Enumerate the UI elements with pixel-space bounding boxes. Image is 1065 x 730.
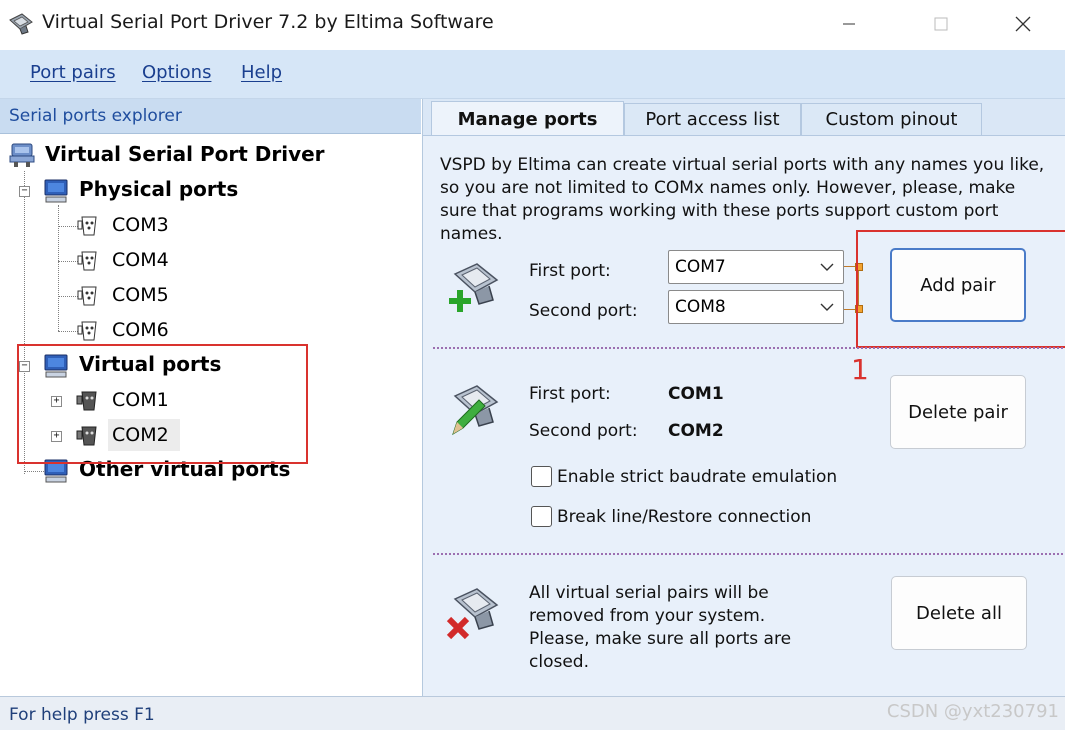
status-text: For help press F1 — [9, 705, 155, 725]
add-first-port-select[interactable]: COM7 — [668, 250, 844, 284]
tree-line — [58, 296, 78, 297]
serial-ports-explorer: Serial ports explorer Virtual Serial Por… — [0, 99, 423, 696]
delete-all-description: All virtual serial pairs will be removed… — [529, 583, 792, 672]
maximize-icon — [934, 17, 948, 31]
menu-options[interactable]: Options — [142, 62, 211, 83]
annotation-box-virtual — [17, 344, 308, 464]
add-first-port-value: COM7 — [675, 257, 726, 277]
chevron-down-icon — [820, 263, 834, 271]
strict-baudrate-label: Enable strict baudrate emulation — [557, 467, 838, 487]
strict-baudrate-checkbox[interactable] — [531, 466, 552, 487]
tab-manage-ports[interactable]: Manage ports — [431, 101, 624, 136]
annotation-number: 1 — [851, 353, 869, 386]
delete-pair-button[interactable]: Delete pair — [890, 375, 1026, 449]
add-second-port-value: COM8 — [675, 297, 726, 317]
delete-first-port-value: COM1 — [668, 384, 724, 404]
explorer-header-label: Serial ports explorer — [9, 106, 182, 126]
tree-line — [58, 331, 78, 332]
add-second-port-label: Second port: — [529, 301, 638, 321]
section-separator — [433, 553, 1063, 555]
close-button[interactable] — [1000, 8, 1046, 40]
minimize-button[interactable] — [826, 8, 872, 40]
minimize-icon — [843, 23, 855, 25]
edit-pair-icon — [452, 385, 499, 436]
tree-physical-port[interactable]: COM6 — [112, 319, 169, 341]
watermark: CSDN @yxt230791 — [886, 701, 1059, 722]
tree-line — [58, 226, 78, 227]
chevron-down-icon — [820, 303, 834, 311]
window-title: Virtual Serial Port Driver 7.2 by Eltima… — [42, 11, 494, 33]
app-serial-port-icon — [9, 13, 33, 35]
menu-help[interactable]: Help — [241, 62, 282, 83]
tree-physical-port[interactable]: COM5 — [112, 284, 169, 306]
delete-second-port-label: Second port: — [529, 421, 638, 441]
explorer-header: Serial ports explorer — [0, 99, 421, 134]
tree-line — [58, 205, 59, 331]
status-bar: For help press F1 CSDN @yxt230791 — [0, 696, 1065, 730]
right-panel: Manage ports Port access list Custom pin… — [423, 99, 1065, 697]
annotation-box-add-pair — [856, 230, 1065, 348]
title-bar: Virtual Serial Port Driver 7.2 by Eltima… — [0, 0, 1065, 50]
tab-port-access-list[interactable]: Port access list — [624, 103, 801, 135]
add-pair-icon — [449, 263, 499, 312]
com-port-icon — [77, 286, 97, 306]
add-first-port-label: First port: — [529, 261, 611, 281]
delete-second-port-value: COM2 — [668, 421, 724, 441]
break-line-label: Break line/Restore connection — [557, 507, 812, 527]
tab-custom-pinout[interactable]: Custom pinout — [801, 103, 982, 135]
menu-port-pairs[interactable]: Port pairs — [30, 62, 116, 83]
collapse-physical-icon[interactable]: − — [19, 186, 30, 197]
tree-physical-ports[interactable]: Physical ports — [79, 177, 238, 201]
computer-icon — [44, 179, 68, 203]
serial-port-driver-icon — [9, 143, 35, 167]
tree-root-label[interactable]: Virtual Serial Port Driver — [45, 142, 325, 166]
delete-first-port-label: First port: — [529, 384, 611, 404]
delete-all-button[interactable]: Delete all — [891, 576, 1027, 650]
close-icon — [1015, 16, 1031, 32]
tree-line — [24, 471, 44, 472]
add-second-port-select[interactable]: COM8 — [668, 290, 844, 324]
tree-physical-port[interactable]: COM4 — [112, 249, 169, 271]
tree-physical-port[interactable]: COM3 — [112, 214, 169, 236]
com-port-icon — [77, 216, 97, 236]
manage-ports-panel: VSPD by Eltima can create virtual serial… — [423, 135, 1065, 697]
section-separator — [433, 347, 1063, 349]
delete-all-icon — [446, 588, 499, 640]
tree-line — [58, 261, 78, 262]
maximize-button[interactable] — [918, 8, 964, 40]
com-port-icon — [77, 321, 97, 341]
menu-bar: Port pairs Options Help — [0, 50, 1065, 99]
break-line-checkbox[interactable] — [531, 506, 552, 527]
com-port-icon — [77, 251, 97, 271]
